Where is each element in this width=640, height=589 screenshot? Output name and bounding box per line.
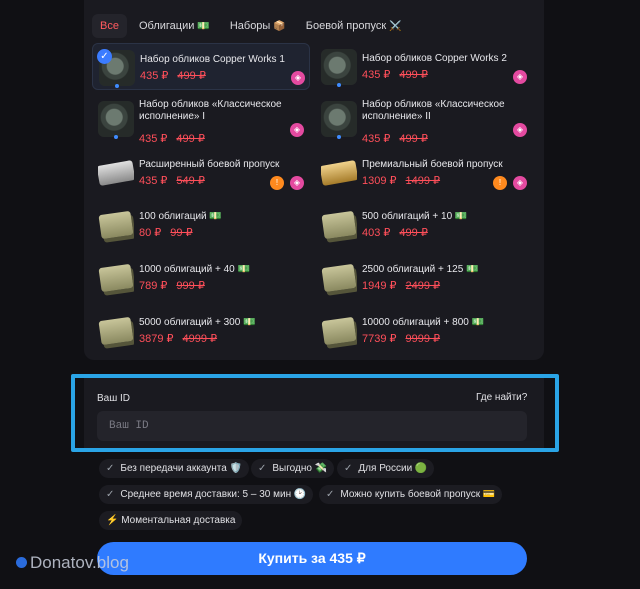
product-price: 435 ₽499 ₽ [139,133,205,145]
cube-icon: ◈ [513,176,527,190]
tab-bundles[interactable]: Наборы 📦 [222,14,294,38]
product-image [98,260,134,296]
product-image [321,155,357,191]
product-name: Премиальный боевой пропуск [362,159,503,170]
check-icon: ✓ [344,463,353,474]
product-price: 435 ₽499 ₽ [362,133,428,145]
cube-icon: ◈ [513,123,527,137]
check-icon: ✓ [106,489,115,500]
product-name: 2500 облигаций + 125 💵 [362,264,479,275]
cube-icon: ◈ [290,123,304,137]
product-name: Расширенный боевой пропуск [139,159,280,170]
battle-pass-ticket-icon [98,160,134,186]
product-card[interactable]: 10000 облигаций + 800 💵 7739 ₽9999 ₽ [315,307,533,354]
product-card[interactable]: Расширенный боевой пропуск 435 ₽549 ₽ ! … [92,149,310,196]
feature-chip: ✓ Выгодно 💸 [251,459,335,478]
id-input[interactable] [97,411,527,441]
product-card[interactable]: 2500 облигаций + 125 💵 1949 ₽2499 ₽ [315,254,533,301]
product-name: Набор обликов Copper Works 2 [362,53,507,64]
money-stack-icon [321,316,357,346]
product-image [321,101,357,137]
status-dot [337,135,341,139]
product-price: 435 ₽499 ₽ [362,69,428,81]
product-card[interactable]: 100 облигаций 💵 80 ₽99 ₽ [92,201,310,248]
product-card[interactable]: Набор обликов «Классическое исполнение» … [315,95,533,145]
tab-bonds[interactable]: Облигации 💵 [131,14,218,38]
product-image [98,313,134,349]
warning-icon: ! [493,176,507,190]
product-price: 435 ₽549 ₽ [139,175,205,187]
status-dot [337,83,341,87]
buy-button[interactable]: Купить за 435 ₽ [97,542,527,575]
product-price: 7739 ₽9999 ₽ [362,333,441,345]
status-dot [115,84,119,88]
watermark: Donatov.blog [16,553,129,573]
product-name: 100 облигаций 💵 [139,211,222,222]
product-card[interactable]: Набор обликов «Классическое исполнение» … [92,95,310,145]
product-image [98,101,134,137]
money-stack-icon [98,316,134,346]
status-dot [114,135,118,139]
id-label: Ваш ID [97,393,131,404]
product-name: 5000 облигаций + 300 💵 [139,317,256,328]
product-price: 1309 ₽1499 ₽ [362,175,441,187]
product-image [321,260,357,296]
battle-pass-ticket-icon [321,160,357,186]
product-image [98,207,134,243]
check-icon: ✓ [97,49,112,64]
product-image [98,155,134,191]
money-stack-icon [321,263,357,293]
feature-chip: ✓ Можно купить боевой пропуск 💳 [319,485,503,504]
product-name: 500 облигаций + 10 💵 [362,211,468,222]
product-card[interactable]: ✓ Набор обликов Copper Works 1 435 ₽499 … [92,43,310,90]
logo-icon [16,557,27,568]
product-card[interactable]: 5000 облигаций + 300 💵 3879 ₽4999 ₽ [92,307,310,354]
category-tabs: Все Облигации 💵 Наборы 📦 Боевой пропуск ⚔️ [92,14,410,38]
product-name: 1000 облигаций + 40 💵 [139,264,250,275]
product-name: Набор обликов Copper Works 1 [140,54,285,65]
cube-icon: ◈ [291,71,305,85]
check-icon: ✓ [106,463,115,474]
product-name: 10000 облигаций + 800 💵 [362,317,485,328]
product-price: 80 ₽99 ₽ [139,227,193,239]
check-icon: ✓ [326,489,335,500]
product-name: Набор обликов «Классическое исполнение» … [362,99,505,122]
feature-chip: ✓ Для России 🟢 [337,459,435,478]
product-price: 435 ₽499 ₽ [140,70,206,82]
product-image [321,313,357,349]
product-card[interactable]: 500 облигаций + 10 💵 403 ₽499 ₽ [315,201,533,248]
check-icon: ✓ [258,463,267,474]
feature-chip: ✓ Среднее время доставки: 5 – 30 мин 🕑 [99,485,314,504]
page: Все Облигации 💵 Наборы 📦 Боевой пропуск ⚔️ … [0,0,640,589]
product-image [321,207,357,243]
product-price: 789 ₽999 ₽ [139,280,205,292]
feature-chip: ✓ Без передачи аккаунта 🛡️ [99,459,250,478]
product-price: 403 ₽499 ₽ [362,227,428,239]
warning-icon: ! [270,176,284,190]
product-image [321,49,357,85]
tab-battle-pass[interactable]: Боевой пропуск ⚔️ [298,14,410,38]
cube-icon: ◈ [513,70,527,84]
product-price: 1949 ₽2499 ₽ [362,280,441,292]
product-price: 3879 ₽4999 ₽ [139,333,218,345]
catalog-panel: Все Облигации 💵 Наборы 📦 Боевой пропуск ⚔️ … [84,0,544,360]
where-to-find-link[interactable]: Где найти? [476,392,527,403]
product-card[interactable]: 1000 облигаций + 40 💵 789 ₽999 ₽ [92,254,310,301]
product-card[interactable]: Набор обликов Copper Works 2 435 ₽499 ₽ … [315,43,533,90]
cube-icon: ◈ [290,176,304,190]
product-name: Набор обликов «Классическое исполнение» … [139,99,282,122]
money-stack-icon [321,210,357,240]
tab-all[interactable]: Все [92,14,127,38]
product-card[interactable]: Премиальный боевой пропуск 1309 ₽1499 ₽ … [315,149,533,196]
feature-chip: ⚡ Моментальная доставка [99,511,243,530]
money-stack-icon [98,210,134,240]
money-stack-icon [98,263,134,293]
